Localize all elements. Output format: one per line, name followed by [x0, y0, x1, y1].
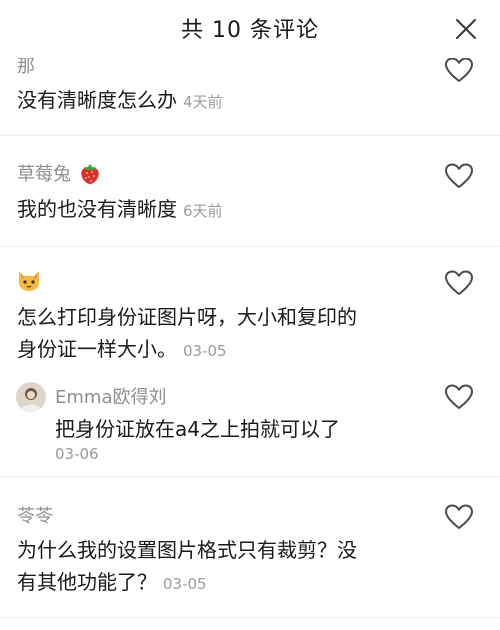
- cat-face-icon[interactable]: [16, 267, 42, 293]
- comment-author[interactable]: 草莓兔: [17, 160, 101, 186]
- close-icon[interactable]: [454, 17, 478, 41]
- comment-text: 为什么我的设置图片格式只有裁剪？没 有其他功能了？ 03-05: [17, 534, 357, 600]
- comment-text-line: 身份证一样大小。: [17, 337, 177, 361]
- comment-item: 怎么打印身份证图片呀，大小和复印的 身份证一样大小。 03-05 Emma欧得刘: [0, 247, 500, 475]
- comment-time: 6天前: [183, 202, 223, 220]
- heart-outline-icon[interactable]: [444, 503, 474, 531]
- panel-header: 共 10 条评论: [0, 0, 500, 58]
- comment-count-title: 共 10 条评论: [181, 18, 319, 43]
- heart-outline-icon[interactable]: [444, 56, 474, 84]
- reply-author[interactable]: Emma欧得刘: [55, 383, 166, 409]
- comment-list[interactable]: 那 没有清晰度怎么办 4天前 草莓兔 我的也没有清晰度 6天前 怎么打印身份证图…: [0, 0, 500, 630]
- comment-time: 03-05: [183, 342, 227, 360]
- comment-text-line-wrap: 有其他功能了？ 03-05: [17, 566, 357, 600]
- comment-time: 4天前: [183, 93, 223, 111]
- comment-text-content: 我的也没有清晰度: [17, 197, 177, 221]
- comment-text-line: 有其他功能了？: [17, 570, 157, 594]
- heart-outline-icon[interactable]: [444, 162, 474, 190]
- comment-author[interactable]: 苓苓: [17, 502, 53, 528]
- separator: [0, 617, 500, 618]
- strawberry-icon: [81, 164, 99, 184]
- comment-text-line: 为什么我的设置图片格式只有裁剪？没: [17, 538, 357, 562]
- avatar[interactable]: [16, 382, 46, 412]
- avatar-image: [16, 382, 46, 412]
- reply-text: 把身份证放在a4之上拍就可以了: [55, 417, 340, 441]
- comment-text-line: 怎么打印身份证图片呀，大小和复印的: [17, 305, 357, 329]
- comment-item: 草莓兔 我的也没有清晰度 6天前: [0, 136, 500, 246]
- comment-text: 没有清晰度怎么办 4天前: [17, 84, 223, 118]
- heart-outline-icon[interactable]: [444, 269, 474, 297]
- comment-text-line-wrap: 身份证一样大小。 03-05: [17, 333, 357, 367]
- comment-text: 我的也没有清晰度 6天前: [17, 193, 223, 227]
- comment-item: 苓苓 为什么我的设置图片格式只有裁剪？没 有其他功能了？ 03-05: [0, 477, 500, 617]
- reply-time: 03-06: [55, 445, 99, 463]
- comment-text: 怎么打印身份证图片呀，大小和复印的 身份证一样大小。 03-05: [17, 301, 357, 367]
- heart-outline-icon[interactable]: [444, 383, 474, 411]
- comments-panel: 那 没有清晰度怎么办 4天前 草莓兔 我的也没有清晰度 6天前 怎么打印身份证图…: [0, 0, 500, 630]
- author-name: 草莓兔: [17, 164, 71, 185]
- comment-text-content: 没有清晰度怎么办: [17, 88, 177, 112]
- comment-time: 03-05: [163, 575, 207, 593]
